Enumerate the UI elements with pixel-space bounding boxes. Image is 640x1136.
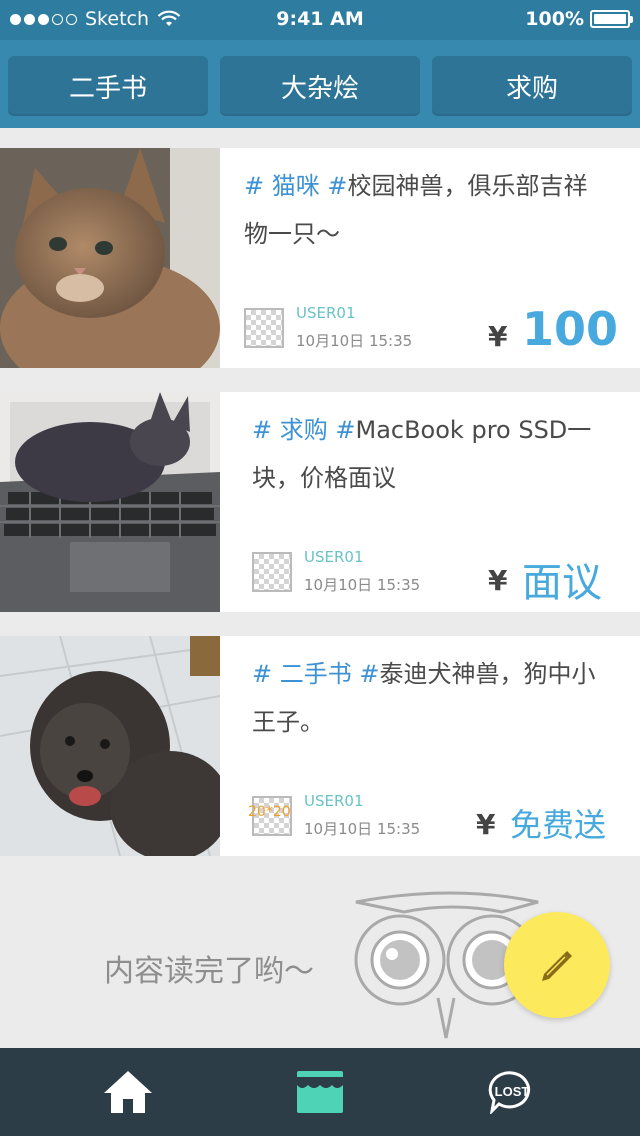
- battery-icon: [590, 10, 633, 28]
- currency-symbol: ¥: [488, 564, 508, 597]
- avatar[interactable]: [244, 308, 284, 348]
- tab-secondhand-books[interactable]: 二手书: [8, 56, 208, 116]
- post-photo: [0, 148, 220, 368]
- tab-wanted[interactable]: 求购: [432, 56, 632, 116]
- nav-store[interactable]: [260, 1048, 380, 1136]
- compose-button[interactable]: [504, 912, 610, 1018]
- post-username[interactable]: USER01: [296, 304, 356, 322]
- end-of-content-text: 内容读完了哟～: [104, 954, 314, 989]
- post-date: 10月10日 15:35: [304, 576, 421, 594]
- tab-miscellaneous[interactable]: 大杂烩: [220, 56, 420, 116]
- post-username[interactable]: USER01: [304, 548, 364, 566]
- post-price: 免费送: [510, 806, 607, 844]
- post-price: 面议: [522, 560, 602, 606]
- avatar-size-label: 20*20: [248, 804, 291, 820]
- category-bar: 二手书 大杂烩 求购: [0, 40, 640, 128]
- nav-home[interactable]: [68, 1048, 188, 1136]
- bottom-nav: LOST: [0, 1048, 640, 1136]
- lost-icon-label: LOST: [495, 1084, 530, 1099]
- post-title: # 猫咪 #校园神兽，俱乐部吉祥物一只～: [244, 162, 604, 258]
- store-icon: [297, 1071, 343, 1113]
- post-title: # 二手书 #泰迪犬神兽，狗中小王子。: [252, 650, 612, 746]
- battery-percent: 100%: [525, 8, 584, 30]
- post-username[interactable]: USER01: [304, 792, 364, 810]
- post-date: 10月10日 15:35: [296, 332, 413, 350]
- post-card[interactable]: # 猫咪 #校园神兽，俱乐部吉祥物一只～ USER01 10月10日 15:35…: [0, 148, 640, 368]
- currency-symbol: ¥: [476, 808, 496, 841]
- post-card[interactable]: # 求购 #MacBook pro SSD一块，价格面议 USER01 10月1…: [0, 392, 640, 612]
- post-photo: [0, 636, 220, 856]
- pencil-icon: [542, 951, 572, 981]
- post-tag[interactable]: # 求购 #: [252, 416, 355, 444]
- status-bar: Sketch 9:41 AM 100%: [0, 0, 640, 40]
- post-date: 10月10日 15:35: [304, 820, 421, 838]
- avatar[interactable]: [252, 552, 292, 592]
- post-photo: [0, 392, 220, 612]
- post-tag[interactable]: # 二手书 #: [252, 660, 379, 688]
- lost-icon: LOST: [488, 1071, 530, 1114]
- post-card[interactable]: # 二手书 #泰迪犬神兽，狗中小王子。 20*20 USER01 10月10日 …: [0, 636, 640, 856]
- nav-lost[interactable]: LOST: [452, 1048, 572, 1136]
- battery-group: 100%: [525, 8, 633, 30]
- currency-symbol: ¥: [488, 320, 508, 353]
- post-price: 100: [522, 302, 619, 356]
- post-tag[interactable]: # 猫咪 #: [244, 172, 347, 200]
- post-title: # 求购 #MacBook pro SSD一块，价格面议: [252, 406, 612, 502]
- home-icon: [104, 1071, 152, 1113]
